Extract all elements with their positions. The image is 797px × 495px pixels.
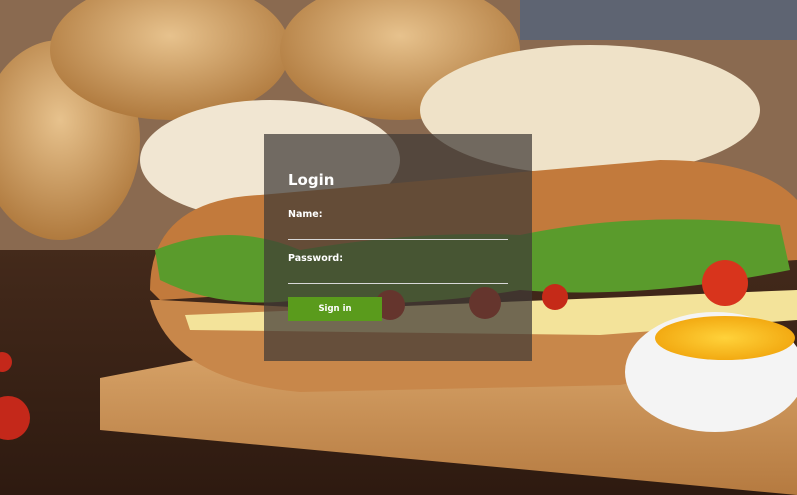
password-label: Password: xyxy=(288,253,344,264)
password-input[interactable] xyxy=(288,265,508,284)
name-label: Name: xyxy=(288,209,323,220)
login-page: Login Name: Password: Sign in xyxy=(0,0,797,495)
sign-in-button[interactable]: Sign in xyxy=(288,297,382,321)
name-input[interactable] xyxy=(288,221,508,240)
login-form-panel: Login Name: Password: Sign in xyxy=(264,134,532,361)
login-title: Login xyxy=(288,171,335,189)
